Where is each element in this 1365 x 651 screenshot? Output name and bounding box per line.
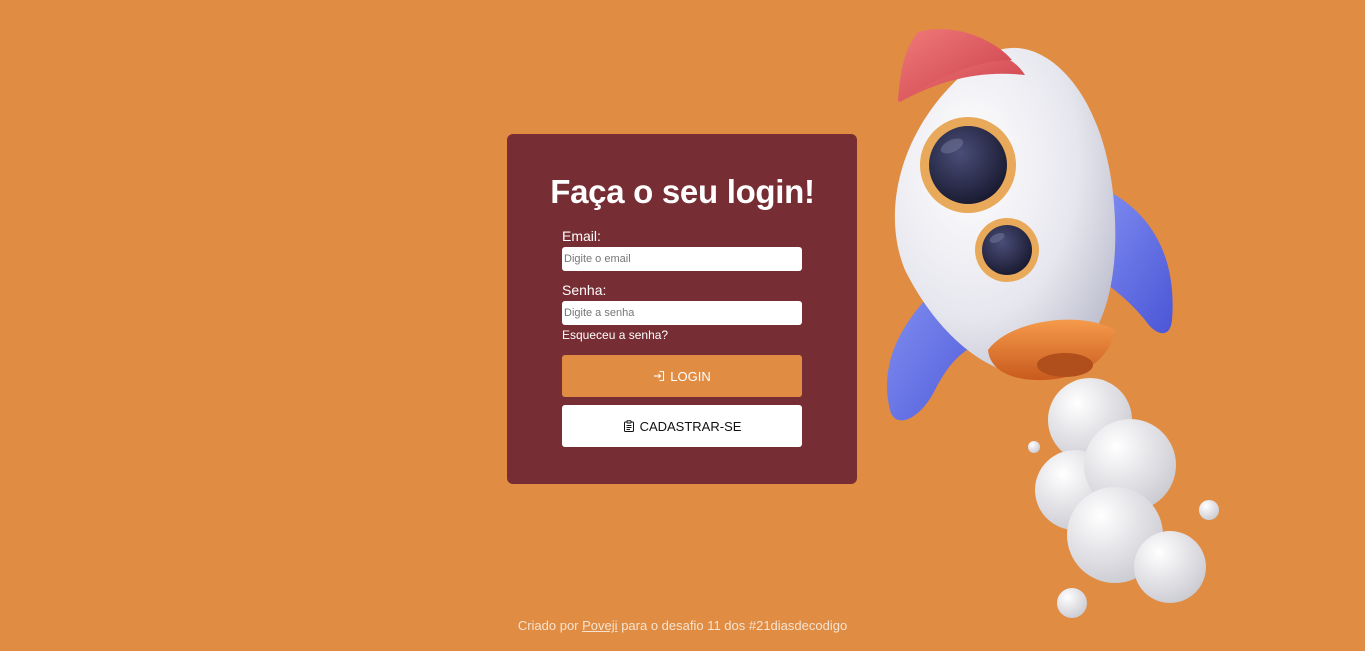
- login-button-label: LOGIN: [670, 368, 711, 384]
- password-label: Senha:: [562, 282, 607, 298]
- forgot-password-link[interactable]: Esqueceu a senha?: [562, 328, 668, 342]
- email-input[interactable]: [562, 247, 802, 271]
- footer-prefix: Criado por: [517, 618, 579, 633]
- login-form: Email: Senha: Esqueceu a senha?: [562, 228, 802, 344]
- smoke-cloud: [1028, 378, 1219, 618]
- email-label: Email:: [562, 228, 601, 244]
- footer-suffix: para o desafio 11 dos #21diasdecodigo: [621, 618, 848, 633]
- rocket-illustration: [886, 29, 1219, 618]
- password-input[interactable]: [562, 301, 802, 325]
- rocket-window-large: [920, 117, 1016, 213]
- author-link[interactable]: Poveji: [582, 618, 617, 633]
- register-button-label: CADASTRAR-SE: [639, 418, 742, 434]
- rocket-window-small: [975, 218, 1039, 282]
- clipboard-icon: [623, 420, 635, 432]
- register-button[interactable]: CADASTRAR-SE: [562, 405, 802, 447]
- login-button[interactable]: LOGIN: [562, 355, 802, 397]
- login-page: Faça o seu login! Email: Senha: Esqueceu…: [0, 0, 1365, 651]
- footer: Criado por Poveji para o desafio 11 dos …: [0, 618, 1365, 633]
- login-arrow-icon: [653, 370, 665, 382]
